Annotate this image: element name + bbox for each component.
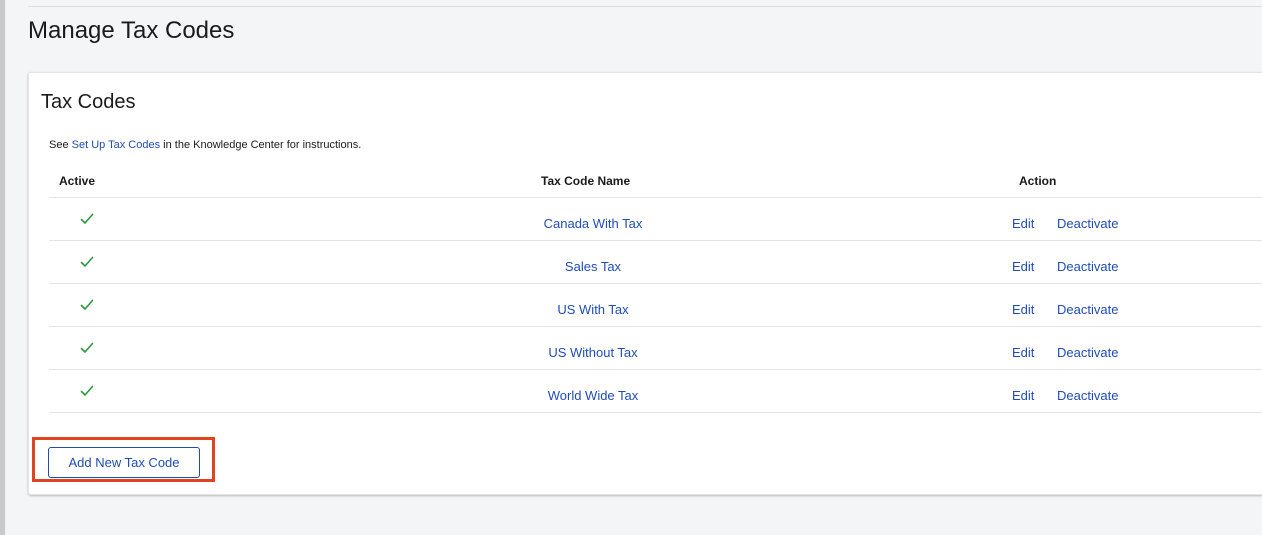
table-row: World Wide Tax Edit Deactivate (49, 370, 1262, 413)
header-action: Action (1019, 174, 1057, 188)
checkmark-icon (80, 385, 94, 396)
deactivate-link[interactable]: Deactivate (1057, 302, 1118, 317)
deactivate-link[interactable]: Deactivate (1057, 216, 1118, 231)
header-tax-code-name: Tax Code Name (541, 174, 631, 188)
table-body: Canada With Tax Edit Deactivate Sales Tax Ed… (49, 198, 1262, 413)
add-new-tax-code-button[interactable]: Add New Tax Code (48, 447, 200, 478)
tax-code-name-link[interactable]: US Without Tax (393, 345, 793, 360)
tax-codes-panel: Tax Codes See Set Up Tax Codes in the Kn… (28, 72, 1262, 495)
tax-code-name-link[interactable]: World Wide Tax (393, 388, 793, 403)
instructions-suffix: in the Knowledge Center for instructions… (160, 139, 362, 151)
set-up-tax-codes-link[interactable]: Set Up Tax Codes (72, 139, 160, 151)
top-divider (28, 6, 1262, 7)
left-rail (0, 0, 5, 535)
panel-title: Tax Codes (41, 91, 136, 113)
tax-codes-table: Active Tax Code Name Action Canada With … (49, 164, 1262, 413)
deactivate-link[interactable]: Deactivate (1057, 259, 1118, 274)
table-row: Canada With Tax Edit Deactivate (49, 198, 1262, 241)
tax-code-name-link[interactable]: US With Tax (393, 302, 793, 317)
checkmark-icon (80, 342, 94, 353)
edit-link[interactable]: Edit (1012, 388, 1034, 403)
instructions-prefix: See (49, 139, 72, 151)
deactivate-link[interactable]: Deactivate (1057, 388, 1118, 403)
table-header: Active Tax Code Name Action (49, 164, 1262, 198)
checkmark-icon (80, 213, 94, 224)
checkmark-icon (80, 299, 94, 310)
header-active: Active (59, 174, 96, 188)
edit-link[interactable]: Edit (1012, 216, 1034, 231)
instructions-text: See Set Up Tax Codes in the Knowledge Ce… (49, 139, 361, 151)
page-title: Manage Tax Codes (28, 17, 235, 44)
edit-link[interactable]: Edit (1012, 345, 1034, 360)
edit-link[interactable]: Edit (1012, 259, 1034, 274)
tax-code-name-link[interactable]: Canada With Tax (393, 216, 793, 231)
table-row: Sales Tax Edit Deactivate (49, 241, 1262, 284)
edit-link[interactable]: Edit (1012, 302, 1034, 317)
table-row: US Without Tax Edit Deactivate (49, 327, 1262, 370)
table-row: US With Tax Edit Deactivate (49, 284, 1262, 327)
checkmark-icon (80, 256, 94, 267)
deactivate-link[interactable]: Deactivate (1057, 345, 1118, 360)
tax-code-name-link[interactable]: Sales Tax (393, 259, 793, 274)
